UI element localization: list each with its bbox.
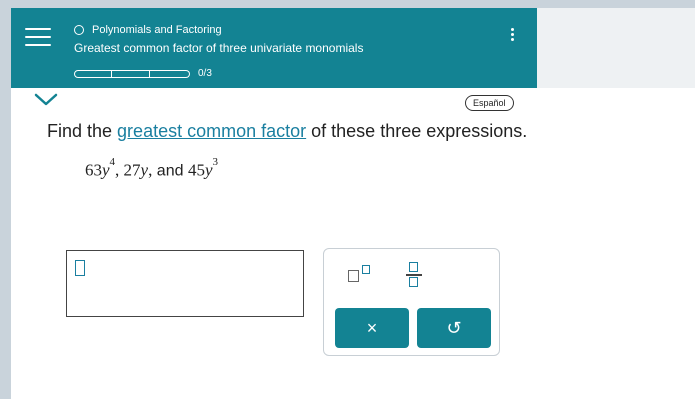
expr-2-coef: 27: [123, 160, 141, 180]
expr-3-coef: 45: [187, 160, 205, 180]
answer-input[interactable]: [66, 250, 304, 317]
progress-segment: [150, 69, 190, 78]
clear-icon: ×: [366, 317, 378, 338]
math-palette: × ↺: [323, 248, 500, 356]
gcf-definition-link[interactable]: greatest common factor: [117, 121, 306, 141]
clear-button[interactable]: ×: [335, 308, 409, 348]
kebab-icon[interactable]: [503, 24, 521, 44]
language-button[interactable]: Español: [465, 95, 514, 111]
chevron-down-icon[interactable]: [32, 92, 60, 108]
expr-1-coef: 63: [85, 160, 102, 180]
question-prefix: Find the: [47, 121, 118, 141]
window-frame-top: [0, 0, 695, 8]
progress-segment: [74, 69, 112, 78]
undo-icon: ↺: [446, 317, 462, 338]
topic-label: Polynomials and Factoring: [92, 24, 222, 36]
and-word: and: [152, 162, 188, 180]
lesson-title: Greatest common factor of three univaria…: [74, 41, 364, 55]
input-cursor-placeholder: [75, 260, 85, 276]
progress-bar: 0/3: [74, 68, 212, 79]
expressions: 63y4, 27y, and 45y3: [85, 156, 218, 181]
exponent-icon[interactable]: [346, 263, 374, 285]
fraction-icon[interactable]: [404, 261, 424, 289]
topic-row: Polynomials and Factoring: [74, 24, 222, 36]
expr-1-var: y: [102, 160, 110, 180]
separator: ,: [115, 160, 124, 180]
lesson-header: Polynomials and Factoring Greatest commo…: [11, 8, 537, 88]
menu-icon[interactable]: [25, 28, 51, 50]
question-suffix: of these three expressions.: [306, 121, 528, 141]
header-right-panel: [537, 8, 695, 88]
expr-1-exp: 4: [109, 156, 116, 168]
undo-button[interactable]: ↺: [417, 308, 491, 348]
window-frame-left: [0, 0, 11, 399]
progress-text: 0/3: [198, 68, 212, 79]
question-text: Find the greatest common factor of these…: [47, 121, 527, 142]
progress-segment: [112, 69, 150, 78]
expr-3-exp: 3: [212, 156, 218, 168]
expr-2-var: y: [140, 160, 149, 180]
circle-icon: [74, 25, 84, 35]
